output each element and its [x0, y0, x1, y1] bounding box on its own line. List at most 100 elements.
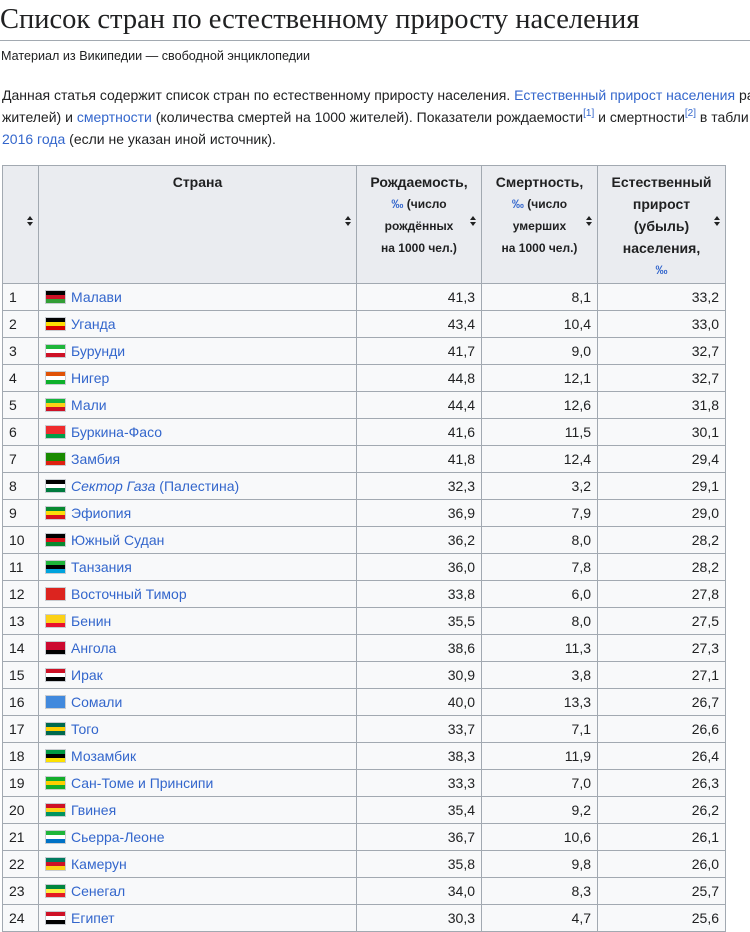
table-row: 24 Египет 30,3 4,7 25,6 [2, 904, 726, 932]
flag-icon[interactable] [45, 614, 66, 628]
flag-icon[interactable] [45, 830, 66, 844]
country-link[interactable]: Уганда [71, 316, 116, 332]
flag-icon[interactable] [45, 317, 66, 331]
table-row: 10 Южный Судан 36,2 8,0 28,2 [2, 526, 726, 554]
flag-icon[interactable] [45, 533, 66, 547]
flag-icon[interactable] [45, 290, 66, 304]
country-link[interactable]: Гвинея [71, 802, 116, 818]
permille-link[interactable]: ‰ [391, 197, 403, 211]
link-mortality[interactable]: смертности [77, 109, 152, 125]
country-link[interactable]: Сан-Томе и Принсипи [71, 775, 213, 791]
growth-cell: 27,1 [597, 661, 726, 689]
country-link[interactable]: Камерун [71, 856, 127, 872]
country-link[interactable]: Сенегал [71, 883, 125, 899]
birth-rate-cell: 40,0 [356, 688, 482, 716]
growth-cell: 26,6 [597, 715, 726, 743]
sort-icon[interactable] [714, 216, 720, 228]
countries-table: Страна Рождаемость, ‰ (число рождённых н… [2, 165, 726, 932]
country-link[interactable]: Буркина-Фасо [71, 424, 162, 440]
country-cell: Сомали [38, 688, 357, 716]
country-cell: Малави [38, 283, 357, 311]
flag-icon[interactable] [45, 857, 66, 871]
country-link[interactable]: Мали [71, 397, 107, 413]
flag-icon[interactable] [45, 722, 66, 736]
flag-icon[interactable] [45, 749, 66, 763]
flag-icon[interactable] [45, 668, 66, 682]
flag-icon[interactable] [45, 587, 66, 601]
country-link[interactable]: Бурунди [71, 343, 125, 359]
sort-icon[interactable] [586, 216, 592, 228]
country-cell: Восточный Тимор [38, 580, 357, 608]
rank-cell: 14 [2, 634, 39, 662]
sort-icon[interactable] [345, 216, 351, 228]
flag-icon[interactable] [45, 344, 66, 358]
country-link[interactable]: Восточный Тимор [71, 586, 187, 602]
rank-cell: 13 [2, 607, 39, 635]
country-cell: Сектор Газа (Палестина) [38, 472, 357, 500]
country-cell: Бенин [38, 607, 357, 635]
country-link[interactable]: Ирак [71, 667, 103, 683]
flag-icon[interactable] [45, 371, 66, 385]
sort-icon[interactable] [470, 216, 476, 228]
birth-rate-cell: 36,9 [356, 499, 482, 527]
death-rate-cell: 8,0 [481, 607, 598, 635]
permille-link[interactable]: ‰ [512, 197, 524, 211]
permille-link[interactable]: ‰ [656, 263, 668, 277]
country-link[interactable]: Нигер [71, 370, 109, 386]
death-rate-cell: 9,0 [481, 337, 598, 365]
table-row: 5 Мали 44,4 12,6 31,8 [2, 391, 726, 419]
birth-rate-cell: 38,3 [356, 742, 482, 770]
header-natural-growth[interactable]: Естественный прирост (убыль) населения, … [597, 165, 726, 284]
country-cell: Уганда [38, 310, 357, 338]
flag-icon[interactable] [45, 884, 66, 898]
rank-cell: 12 [2, 580, 39, 608]
country-link[interactable]: Сомали [71, 694, 122, 710]
country-link[interactable]: Сектор Газа [71, 478, 155, 494]
country-cell: Камерун [38, 850, 357, 878]
country-link[interactable]: Сьерра-Леоне [71, 829, 165, 845]
sort-icon[interactable] [27, 216, 33, 228]
death-rate-cell: 6,0 [481, 580, 598, 608]
birth-rate-cell: 32,3 [356, 472, 482, 500]
flag-icon[interactable] [45, 452, 66, 466]
header-rank[interactable] [2, 165, 39, 284]
country-link[interactable]: Мозамбик [71, 748, 136, 764]
link-natural-growth[interactable]: Естественный прирост населения [514, 87, 735, 103]
growth-cell: 29,4 [597, 445, 726, 473]
birth-rate-cell: 36,0 [356, 553, 482, 581]
rank-cell: 21 [2, 823, 39, 851]
flag-icon[interactable] [45, 506, 66, 520]
death-rate-cell: 7,0 [481, 769, 598, 797]
country-link[interactable]: Ангола [71, 640, 116, 656]
country-link[interactable]: Танзания [71, 559, 132, 575]
flag-icon[interactable] [45, 695, 66, 709]
country-suffix-link[interactable]: (Палестина) [155, 478, 239, 494]
death-rate-cell: 3,2 [481, 472, 598, 500]
country-link[interactable]: Эфиопия [71, 505, 131, 521]
reference-1[interactable]: [1] [583, 108, 594, 119]
flag-icon[interactable] [45, 776, 66, 790]
flag-icon[interactable] [45, 398, 66, 412]
death-rate-cell: 3,8 [481, 661, 598, 689]
intro-text: (количества смертей на 1000 жителей). По… [151, 109, 584, 125]
flag-icon[interactable] [45, 479, 66, 493]
flag-icon[interactable] [45, 425, 66, 439]
flag-icon[interactable] [45, 911, 66, 925]
country-link[interactable]: Малави [71, 289, 122, 305]
birth-rate-cell: 38,6 [356, 634, 482, 662]
country-link[interactable]: Того [71, 721, 99, 737]
link-year-2016[interactable]: 2016 года [2, 131, 65, 147]
flag-icon[interactable] [45, 641, 66, 655]
flag-icon[interactable] [45, 560, 66, 574]
country-link[interactable]: Бенин [71, 613, 111, 629]
country-link[interactable]: Южный Судан [71, 532, 164, 548]
rank-cell: 23 [2, 877, 39, 905]
reference-2[interactable]: [2] [685, 108, 696, 119]
growth-cell: 32,7 [597, 364, 726, 392]
header-country[interactable]: Страна [38, 165, 357, 284]
header-death-rate[interactable]: Смертность, ‰ (число умерших на 1000 чел… [481, 165, 598, 284]
growth-cell: 28,2 [597, 553, 726, 581]
flag-icon[interactable] [45, 803, 66, 817]
header-birth-rate[interactable]: Рождаемость, ‰ (число рождённых на 1000 … [356, 165, 482, 284]
country-link[interactable]: Замбия [71, 451, 120, 467]
